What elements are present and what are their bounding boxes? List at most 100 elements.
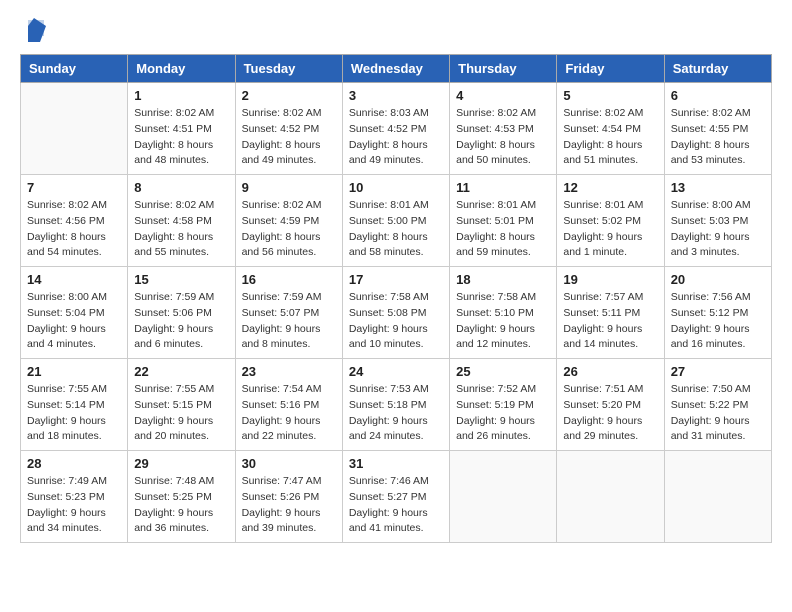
day-detail: Sunrise: 8:00 AMSunset: 5:04 PMDaylight:… <box>27 291 107 350</box>
day-number: 8 <box>134 180 228 195</box>
logo-icon <box>24 16 48 44</box>
calendar-day-5: 5 Sunrise: 8:02 AMSunset: 4:54 PMDayligh… <box>557 83 664 175</box>
calendar-day-27: 27 Sunrise: 7:50 AMSunset: 5:22 PMDaylig… <box>664 359 771 451</box>
calendar-week-1: 1 Sunrise: 8:02 AMSunset: 4:51 PMDayligh… <box>21 83 772 175</box>
day-detail: Sunrise: 7:51 AMSunset: 5:20 PMDaylight:… <box>563 383 643 442</box>
day-detail: Sunrise: 8:02 AMSunset: 4:56 PMDaylight:… <box>27 199 107 258</box>
calendar-day-29: 29 Sunrise: 7:48 AMSunset: 5:25 PMDaylig… <box>128 451 235 543</box>
day-detail: Sunrise: 7:48 AMSunset: 5:25 PMDaylight:… <box>134 475 214 534</box>
day-number: 25 <box>456 364 550 379</box>
day-number: 23 <box>242 364 336 379</box>
day-number: 18 <box>456 272 550 287</box>
calendar-day-2: 2 Sunrise: 8:02 AMSunset: 4:52 PMDayligh… <box>235 83 342 175</box>
calendar-day-1: 1 Sunrise: 8:02 AMSunset: 4:51 PMDayligh… <box>128 83 235 175</box>
day-number: 21 <box>27 364 121 379</box>
logo <box>20 20 48 44</box>
day-detail: Sunrise: 7:56 AMSunset: 5:12 PMDaylight:… <box>671 291 751 350</box>
day-number: 10 <box>349 180 443 195</box>
calendar-week-3: 14 Sunrise: 8:00 AMSunset: 5:04 PMDaylig… <box>21 267 772 359</box>
day-detail: Sunrise: 7:52 AMSunset: 5:19 PMDaylight:… <box>456 383 536 442</box>
day-detail: Sunrise: 7:59 AMSunset: 5:07 PMDaylight:… <box>242 291 322 350</box>
calendar-week-4: 21 Sunrise: 7:55 AMSunset: 5:14 PMDaylig… <box>21 359 772 451</box>
day-number: 20 <box>671 272 765 287</box>
calendar-day-3: 3 Sunrise: 8:03 AMSunset: 4:52 PMDayligh… <box>342 83 449 175</box>
calendar-day-25: 25 Sunrise: 7:52 AMSunset: 5:19 PMDaylig… <box>450 359 557 451</box>
day-number: 24 <box>349 364 443 379</box>
day-detail: Sunrise: 8:02 AMSunset: 4:53 PMDaylight:… <box>456 107 536 166</box>
day-detail: Sunrise: 7:57 AMSunset: 5:11 PMDaylight:… <box>563 291 643 350</box>
calendar-day-4: 4 Sunrise: 8:02 AMSunset: 4:53 PMDayligh… <box>450 83 557 175</box>
day-detail: Sunrise: 8:02 AMSunset: 4:59 PMDaylight:… <box>242 199 322 258</box>
day-number: 26 <box>563 364 657 379</box>
day-number: 19 <box>563 272 657 287</box>
day-number: 15 <box>134 272 228 287</box>
day-detail: Sunrise: 7:55 AMSunset: 5:14 PMDaylight:… <box>27 383 107 442</box>
calendar-day-18: 18 Sunrise: 7:58 AMSunset: 5:10 PMDaylig… <box>450 267 557 359</box>
calendar-day-9: 9 Sunrise: 8:02 AMSunset: 4:59 PMDayligh… <box>235 175 342 267</box>
calendar-day-7: 7 Sunrise: 8:02 AMSunset: 4:56 PMDayligh… <box>21 175 128 267</box>
day-number: 29 <box>134 456 228 471</box>
day-number: 14 <box>27 272 121 287</box>
day-detail: Sunrise: 7:47 AMSunset: 5:26 PMDaylight:… <box>242 475 322 534</box>
page-header <box>20 20 772 44</box>
calendar-day-32 <box>450 451 557 543</box>
day-detail: Sunrise: 8:02 AMSunset: 4:55 PMDaylight:… <box>671 107 751 166</box>
day-detail: Sunrise: 8:00 AMSunset: 5:03 PMDaylight:… <box>671 199 751 258</box>
day-number: 3 <box>349 88 443 103</box>
calendar-day-10: 10 Sunrise: 8:01 AMSunset: 5:00 PMDaylig… <box>342 175 449 267</box>
day-number: 16 <box>242 272 336 287</box>
calendar-week-2: 7 Sunrise: 8:02 AMSunset: 4:56 PMDayligh… <box>21 175 772 267</box>
day-header-saturday: Saturday <box>664 55 771 83</box>
calendar-day-33 <box>557 451 664 543</box>
calendar-table: SundayMondayTuesdayWednesdayThursdayFrid… <box>20 54 772 543</box>
calendar-day-6: 6 Sunrise: 8:02 AMSunset: 4:55 PMDayligh… <box>664 83 771 175</box>
day-header-monday: Monday <box>128 55 235 83</box>
day-detail: Sunrise: 7:49 AMSunset: 5:23 PMDaylight:… <box>27 475 107 534</box>
day-number: 11 <box>456 180 550 195</box>
calendar-day-31: 31 Sunrise: 7:46 AMSunset: 5:27 PMDaylig… <box>342 451 449 543</box>
calendar-day-11: 11 Sunrise: 8:01 AMSunset: 5:01 PMDaylig… <box>450 175 557 267</box>
calendar-day-8: 8 Sunrise: 8:02 AMSunset: 4:58 PMDayligh… <box>128 175 235 267</box>
day-header-friday: Friday <box>557 55 664 83</box>
day-number: 1 <box>134 88 228 103</box>
calendar-day-16: 16 Sunrise: 7:59 AMSunset: 5:07 PMDaylig… <box>235 267 342 359</box>
calendar-day-24: 24 Sunrise: 7:53 AMSunset: 5:18 PMDaylig… <box>342 359 449 451</box>
day-detail: Sunrise: 7:59 AMSunset: 5:06 PMDaylight:… <box>134 291 214 350</box>
day-number: 6 <box>671 88 765 103</box>
day-detail: Sunrise: 8:01 AMSunset: 5:01 PMDaylight:… <box>456 199 536 258</box>
calendar-day-0 <box>21 83 128 175</box>
calendar-day-14: 14 Sunrise: 8:00 AMSunset: 5:04 PMDaylig… <box>21 267 128 359</box>
calendar-day-20: 20 Sunrise: 7:56 AMSunset: 5:12 PMDaylig… <box>664 267 771 359</box>
calendar-day-19: 19 Sunrise: 7:57 AMSunset: 5:11 PMDaylig… <box>557 267 664 359</box>
day-number: 5 <box>563 88 657 103</box>
day-detail: Sunrise: 7:58 AMSunset: 5:08 PMDaylight:… <box>349 291 429 350</box>
day-detail: Sunrise: 8:01 AMSunset: 5:00 PMDaylight:… <box>349 199 429 258</box>
day-header-sunday: Sunday <box>21 55 128 83</box>
day-detail: Sunrise: 8:01 AMSunset: 5:02 PMDaylight:… <box>563 199 643 258</box>
day-number: 12 <box>563 180 657 195</box>
day-number: 22 <box>134 364 228 379</box>
calendar-day-30: 30 Sunrise: 7:47 AMSunset: 5:26 PMDaylig… <box>235 451 342 543</box>
calendar-day-13: 13 Sunrise: 8:00 AMSunset: 5:03 PMDaylig… <box>664 175 771 267</box>
day-detail: Sunrise: 8:03 AMSunset: 4:52 PMDaylight:… <box>349 107 429 166</box>
calendar-day-12: 12 Sunrise: 8:01 AMSunset: 5:02 PMDaylig… <box>557 175 664 267</box>
day-detail: Sunrise: 8:02 AMSunset: 4:58 PMDaylight:… <box>134 199 214 258</box>
calendar-day-23: 23 Sunrise: 7:54 AMSunset: 5:16 PMDaylig… <box>235 359 342 451</box>
day-number: 7 <box>27 180 121 195</box>
calendar-day-17: 17 Sunrise: 7:58 AMSunset: 5:08 PMDaylig… <box>342 267 449 359</box>
calendar-week-5: 28 Sunrise: 7:49 AMSunset: 5:23 PMDaylig… <box>21 451 772 543</box>
day-number: 4 <box>456 88 550 103</box>
day-header-wednesday: Wednesday <box>342 55 449 83</box>
calendar-day-28: 28 Sunrise: 7:49 AMSunset: 5:23 PMDaylig… <box>21 451 128 543</box>
day-detail: Sunrise: 8:02 AMSunset: 4:51 PMDaylight:… <box>134 107 214 166</box>
day-number: 9 <box>242 180 336 195</box>
day-number: 27 <box>671 364 765 379</box>
day-number: 2 <box>242 88 336 103</box>
calendar-day-15: 15 Sunrise: 7:59 AMSunset: 5:06 PMDaylig… <box>128 267 235 359</box>
day-number: 28 <box>27 456 121 471</box>
calendar-day-21: 21 Sunrise: 7:55 AMSunset: 5:14 PMDaylig… <box>21 359 128 451</box>
calendar-header-row: SundayMondayTuesdayWednesdayThursdayFrid… <box>21 55 772 83</box>
calendar-day-22: 22 Sunrise: 7:55 AMSunset: 5:15 PMDaylig… <box>128 359 235 451</box>
day-number: 17 <box>349 272 443 287</box>
day-detail: Sunrise: 7:55 AMSunset: 5:15 PMDaylight:… <box>134 383 214 442</box>
